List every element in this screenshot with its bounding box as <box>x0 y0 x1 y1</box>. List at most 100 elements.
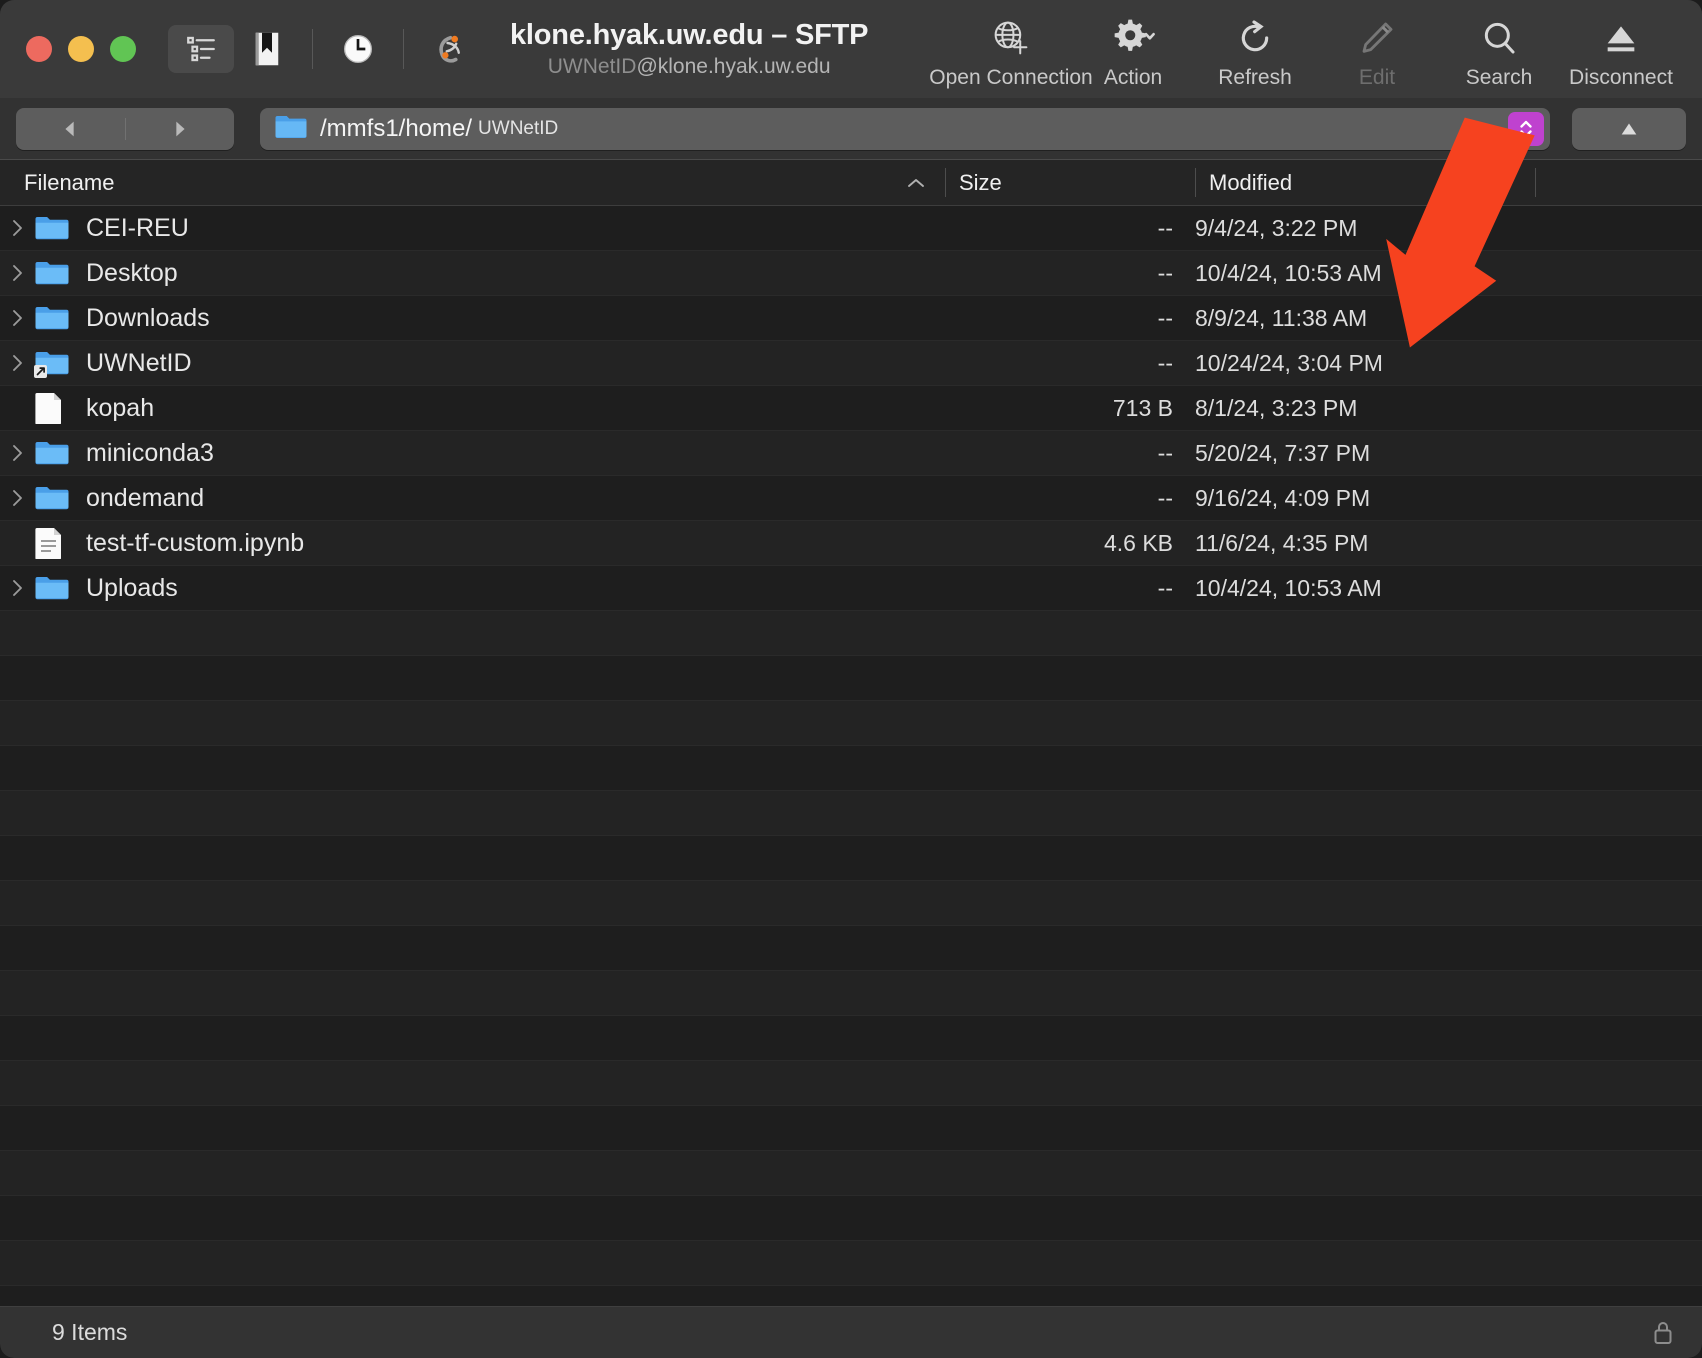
empty-row <box>0 926 1702 971</box>
search-label: Search <box>1465 66 1533 89</box>
window-toolbar: klone.hyak.uw.edu – SFTP UWNetID@klone.h… <box>0 0 1702 98</box>
column-divider-size <box>945 168 946 197</box>
empty-row <box>0 881 1702 926</box>
filename-label: kopah <box>86 393 155 422</box>
edit-label: Edit <box>1358 66 1396 89</box>
chevron-right-icon[interactable] <box>0 442 34 464</box>
table-row[interactable]: Downloads -- 8/9/24, 11:38 AM <box>0 296 1702 341</box>
table-row[interactable]: kopah 713 B 8/1/24, 3:23 PM <box>0 386 1702 431</box>
disconnect-button[interactable]: Disconnect <box>1562 8 1680 90</box>
network-icon[interactable] <box>416 25 482 73</box>
gear-chevron-icon <box>1107 16 1159 60</box>
globe-plus-icon <box>991 16 1031 60</box>
cell-modified: 11/6/24, 4:35 PM <box>1195 529 1369 556</box>
refresh-label: Refresh <box>1218 66 1292 89</box>
subtitle-username: UWNetID <box>547 55 637 79</box>
table-row[interactable]: CEI-REU -- 9/4/24, 3:22 PM <box>0 206 1702 251</box>
empty-row <box>0 836 1702 881</box>
table-row[interactable]: test-tf-custom.ipynb 4.6 KB 11/6/24, 4:35 … <box>0 521 1702 566</box>
toolbar-divider-2 <box>403 29 404 69</box>
cell-size: -- <box>1157 349 1173 376</box>
path-text: /mmfs1/home/ <box>320 114 473 142</box>
lock-icon[interactable] <box>1650 1318 1676 1348</box>
folder-icon <box>274 112 308 145</box>
cell-filename: miniconda3 <box>0 437 945 469</box>
navigate-up-button[interactable] <box>1572 107 1686 150</box>
cell-filename: kopah <box>0 392 945 424</box>
empty-row <box>0 971 1702 1016</box>
table-row[interactable]: miniconda3 -- 5/20/24, 7:37 PM <box>0 431 1702 476</box>
path-location-bar[interactable]: /mmfs1/home/ UWNetID <box>260 107 1550 150</box>
zoom-button[interactable] <box>110 36 136 62</box>
empty-row <box>0 1061 1702 1106</box>
folder-icon <box>34 257 72 289</box>
empty-row <box>0 1286 1702 1306</box>
clock-icon[interactable] <box>325 25 391 73</box>
chevron-right-icon[interactable] <box>0 307 34 329</box>
cell-size: -- <box>1157 259 1173 286</box>
traffic-light-buttons <box>26 36 136 62</box>
filename-label: test-tf-custom.ipynb <box>86 528 305 557</box>
column-header-filename[interactable]: Filename <box>0 160 945 205</box>
chevron-right-icon[interactable] <box>0 262 34 284</box>
cell-modified: 5/20/24, 7:37 PM <box>1195 439 1371 466</box>
cell-modified: 8/9/24, 11:38 AM <box>1195 304 1368 331</box>
empty-row <box>0 791 1702 836</box>
folder-icon <box>34 302 72 334</box>
column-header-modified-label: Modified <box>1209 169 1293 195</box>
empty-row <box>0 1241 1702 1286</box>
table-row[interactable]: Desktop -- 10/4/24, 10:53 AM <box>0 251 1702 296</box>
cell-filename: test-tf-custom.ipynb <box>0 527 945 559</box>
empty-row <box>0 611 1702 656</box>
outline-list-icon[interactable] <box>168 25 234 73</box>
filename-label: ondemand <box>86 483 205 512</box>
column-header-size[interactable]: Size <box>945 160 1195 205</box>
cell-size: -- <box>1157 214 1173 241</box>
table-row[interactable]: Uploads -- 10/4/24, 10:53 AM <box>0 566 1702 611</box>
empty-row <box>0 1196 1702 1241</box>
cell-modified: 10/4/24, 10:53 AM <box>1195 574 1382 601</box>
filename-label: CEI-REU <box>86 213 189 242</box>
cell-filename: Downloads <box>0 302 945 334</box>
chevron-right-icon[interactable] <box>0 217 34 239</box>
cell-modified: 8/1/24, 3:23 PM <box>1195 394 1358 421</box>
cell-size: 4.6 KB <box>1103 529 1173 556</box>
file-list[interactable]: CEI-REU -- 9/4/24, 3:22 PM Desktop -- 10/4/24… <box>0 206 1702 1306</box>
cell-size: -- <box>1157 574 1173 601</box>
search-button[interactable]: Search <box>1440 8 1558 90</box>
up-down-chevron-icon[interactable] <box>1508 111 1544 146</box>
table-row[interactable]: UWNetID -- 10/24/24, 3:04 PM <box>0 341 1702 386</box>
cell-size: -- <box>1157 484 1173 511</box>
cell-modified: 9/16/24, 4:09 PM <box>1195 484 1371 511</box>
table-row[interactable]: ondemand -- 9/16/24, 4:09 PM <box>0 476 1702 521</box>
edit-button[interactable]: Edit <box>1318 8 1436 90</box>
window-subtitle: UWNetID@klone.hyak.uw.edu <box>548 55 831 79</box>
column-header-tail[interactable] <box>1535 160 1702 205</box>
back-button[interactable] <box>16 118 125 140</box>
disconnect-label: Disconnect <box>1569 66 1673 89</box>
file-blank-icon <box>34 392 72 424</box>
toolbar-divider-1 <box>312 29 313 69</box>
refresh-button[interactable]: Refresh <box>1196 8 1314 90</box>
search-icon <box>1479 16 1519 60</box>
column-divider-tail <box>1535 168 1536 197</box>
chevron-right-icon[interactable] <box>0 352 34 374</box>
item-count-label: 9 Items <box>52 1319 128 1345</box>
column-header-modified[interactable]: Modified <box>1195 160 1535 205</box>
cell-filename: Desktop <box>0 257 945 289</box>
bookmark-icon[interactable] <box>234 25 300 73</box>
forward-button[interactable] <box>126 118 235 140</box>
open-connection-label: Open Connection <box>929 66 1093 89</box>
open-connection-button[interactable]: Open Connection <box>929 8 1093 90</box>
chevron-right-icon[interactable] <box>0 487 34 509</box>
close-button[interactable] <box>26 36 52 62</box>
pencil-icon <box>1357 16 1397 60</box>
cell-size: -- <box>1157 439 1173 466</box>
cell-size: 713 B <box>1112 394 1173 421</box>
minimize-button[interactable] <box>68 36 94 62</box>
subtitle-host: @klone.hyak.uw.edu <box>636 55 831 79</box>
chevron-right-icon[interactable] <box>0 577 34 599</box>
folder-icon <box>34 212 72 244</box>
action-button[interactable]: Action <box>1074 8 1192 90</box>
empty-row <box>0 1151 1702 1196</box>
